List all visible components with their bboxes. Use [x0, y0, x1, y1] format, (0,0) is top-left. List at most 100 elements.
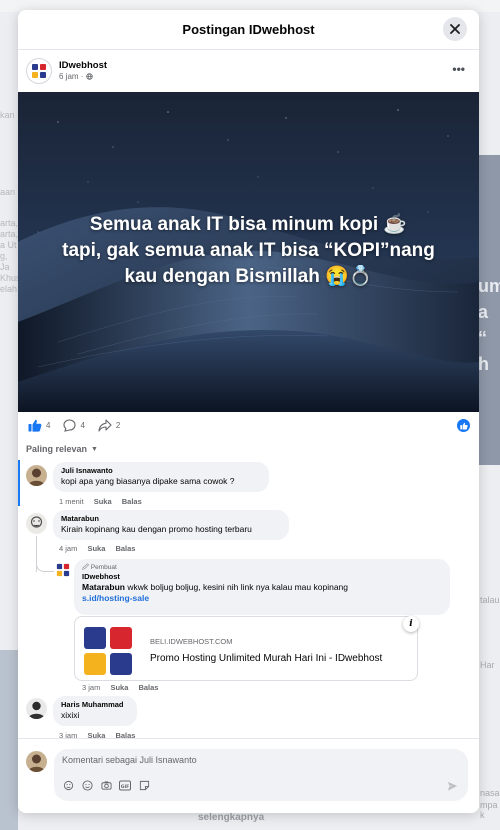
like-button[interactable]: 4	[28, 419, 50, 432]
reply-thread-connector	[36, 560, 54, 572]
avatar[interactable]	[26, 465, 47, 486]
comment-author[interactable]: Juli Isnawanto	[61, 466, 261, 476]
comment-time: 3 jam	[82, 683, 101, 692]
link-preview-card[interactable]: BELI.IDWEBHOST.COM Promo Hosting Unlimit…	[74, 616, 418, 681]
like-comment-button[interactable]: Suka	[110, 683, 128, 692]
comment-box: GIF	[54, 749, 468, 801]
caption-line: Semua anak IT bisa minum kopi ☕	[89, 214, 408, 235]
thumbs-up-icon	[28, 419, 42, 432]
chevron-down-icon: ▼	[91, 445, 98, 453]
comment-button[interactable]: 4	[63, 418, 85, 432]
gif-button[interactable]: GIF	[119, 779, 131, 791]
comment-bubble: Juli Isnawanto kopi apa yang biasanya di…	[53, 462, 269, 492]
background-text: h	[478, 354, 489, 374]
background-text: aan	[0, 187, 16, 197]
share-count: 2	[115, 420, 121, 430]
comment-text: Matarabun wkwk boljug boljug, kesini nih…	[82, 582, 442, 593]
post-author[interactable]: IDwebhost	[59, 60, 107, 72]
avatar-sticker-icon	[63, 780, 73, 790]
share-button[interactable]: 2	[98, 418, 121, 432]
idwebhost-logo-icon	[84, 627, 132, 675]
background-text: um	[478, 276, 500, 296]
comment-bubble: Matarabun Kirain kopinang kau dengan pro…	[53, 510, 289, 540]
post-header: IDwebhost 6 jam · •••	[18, 50, 479, 92]
emoji-icon	[81, 779, 93, 791]
globe-icon	[85, 73, 93, 80]
background-text: kan	[0, 110, 15, 120]
background-text: arta,	[0, 218, 18, 228]
avatar[interactable]	[56, 563, 70, 577]
comment-author[interactable]: Haris Muhammad	[61, 700, 129, 710]
avatar-sticker-button[interactable]	[62, 779, 74, 791]
close-icon	[450, 24, 460, 34]
background-text: mpa k	[480, 800, 498, 820]
user-photo-icon	[26, 465, 47, 486]
author-badge: 🖉 Pembuat	[82, 564, 117, 571]
comment-author[interactable]: Matarabun	[61, 514, 281, 524]
comment-text: kopi apa yang biasanya dipake sama cowok…	[61, 476, 235, 486]
sort-label: Paling relevan	[26, 444, 88, 454]
comment-time: 4 jam	[59, 544, 78, 553]
avatar[interactable]	[26, 751, 47, 772]
idwebhost-logo-icon	[56, 563, 70, 577]
comment-bubble: 🖉 Pembuat IDwebhost Matarabun wkwk bolju…	[74, 559, 450, 615]
comment-icon	[63, 418, 77, 432]
comment-input[interactable]	[62, 755, 452, 765]
send-button[interactable]	[447, 779, 458, 797]
send-icon	[447, 781, 458, 791]
post-dialog: Postingan IDwebhost IDwebhost 6 jam · ••…	[18, 10, 479, 813]
info-button[interactable]: i	[403, 616, 419, 632]
background-text: nasal	[480, 788, 500, 798]
more-options-button[interactable]: •••	[452, 62, 465, 76]
comment-text: Kirain kopinang kau dengan promo hosting…	[61, 524, 252, 534]
background-text: g, Ja	[0, 251, 10, 272]
comment-actions: 1 menit Suka Balas	[59, 497, 150, 506]
like-comment-button[interactable]: Suka	[87, 544, 105, 553]
post-timestamp[interactable]: 6 jam ·	[59, 72, 107, 82]
background-see-more: selengkapnya	[198, 812, 265, 823]
background-text: arta,	[0, 229, 18, 239]
post-image-caption: Semua anak IT bisa minum kopi ☕ tapi, ga…	[18, 212, 479, 290]
background-thumbnail	[0, 650, 18, 830]
background-left-column: kan aan arta, arta, a Ut g, Ja Khus elah	[0, 90, 18, 490]
camera-button[interactable]	[100, 779, 112, 791]
user-photo-icon	[26, 513, 47, 534]
like-count: 4	[46, 420, 51, 430]
idwebhost-logo-icon	[32, 64, 46, 78]
comment-count: 4	[80, 420, 85, 430]
reaction-bar: 4 4 2	[18, 412, 479, 438]
post-image[interactable]: Semua anak IT bisa minum kopi ☕ tapi, ga…	[18, 92, 479, 412]
active-comment-indicator	[18, 460, 20, 506]
post-time-text: 6 jam ·	[59, 72, 86, 81]
close-button[interactable]	[443, 17, 467, 41]
background-text: Har	[480, 660, 495, 670]
comment-actions: 4 jam Suka Balas	[59, 544, 143, 553]
reply-button[interactable]: Balas	[138, 683, 158, 692]
share-icon	[98, 418, 112, 432]
mention-link[interactable]: Matarabun	[82, 582, 125, 592]
link-title: Promo Hosting Unlimited Murah Hari Ini -…	[150, 653, 383, 664]
caption-line: kau dengan Bismillah 😭💍	[124, 266, 373, 287]
comment-sort-dropdown[interactable]: Paling relevan ▼	[18, 438, 479, 460]
svg-text:GIF: GIF	[121, 783, 129, 789]
like-reaction-badge[interactable]	[457, 419, 470, 432]
emoji-button[interactable]	[81, 779, 93, 791]
composer-toolbar: GIF	[62, 779, 150, 791]
comment-text: xixixi	[61, 710, 80, 720]
comment-body: wkwk boljug boljug, kesini nih link nya …	[124, 582, 349, 592]
thumbs-up-icon	[459, 422, 468, 429]
user-photo-icon	[26, 698, 47, 719]
comment-time: 1 menit	[59, 497, 84, 506]
comment-author[interactable]: IDwebhost	[82, 572, 442, 582]
reply-button[interactable]: Balas	[115, 544, 135, 553]
like-comment-button[interactable]: Suka	[94, 497, 112, 506]
avatar[interactable]	[26, 513, 47, 534]
sticker-icon	[139, 780, 149, 790]
comment-link[interactable]: s.id/hosting-sale	[82, 593, 442, 604]
avatar[interactable]	[26, 698, 47, 719]
background-text: talau	[480, 595, 500, 605]
page-avatar[interactable]	[26, 58, 52, 84]
sticker-button[interactable]	[138, 779, 150, 791]
reply-button[interactable]: Balas	[122, 497, 142, 506]
dialog-title: Postingan IDwebhost	[182, 22, 315, 37]
